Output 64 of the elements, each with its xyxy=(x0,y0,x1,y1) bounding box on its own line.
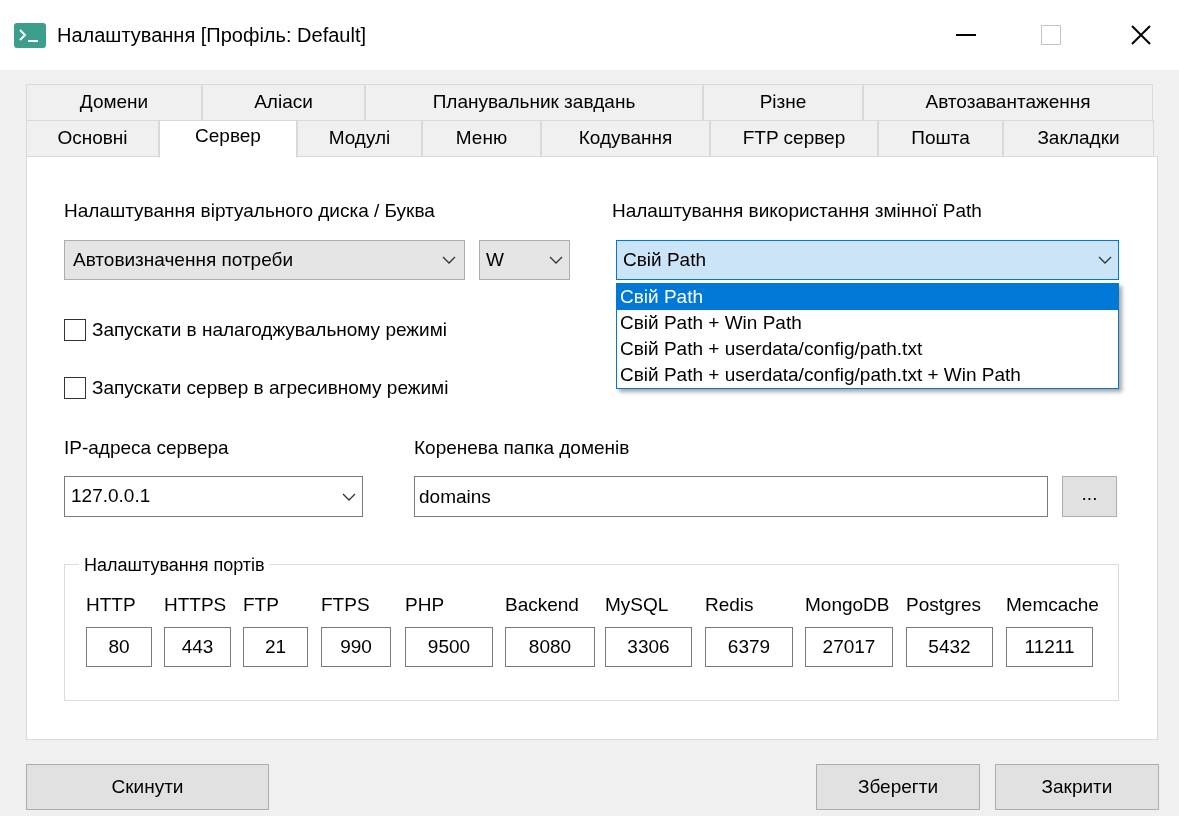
field-label: IP-адреса сервера xyxy=(64,436,230,460)
port-field[interactable]: 27017 xyxy=(805,627,893,667)
port-label: Backend xyxy=(505,593,580,617)
letter-dropdown[interactable]: W xyxy=(479,240,570,280)
chevron-icon xyxy=(549,256,563,264)
tab[interactable]: Автозавантаження xyxy=(863,84,1153,120)
port-field[interactable]: 80 xyxy=(86,627,152,667)
port-field[interactable]: 5432 xyxy=(906,627,993,667)
browse-button[interactable]: ... xyxy=(1062,476,1117,517)
checkbox[interactable] xyxy=(64,319,86,341)
field-label: Коренева папка доменів xyxy=(414,436,631,460)
port-label: Memcache xyxy=(1006,593,1096,617)
tab[interactable]: Різне xyxy=(703,84,863,120)
maximize-icon xyxy=(1041,25,1061,45)
port-field[interactable]: 11211 xyxy=(1006,627,1093,667)
port-label: PHP xyxy=(405,593,446,617)
tab[interactable]: Аліаси xyxy=(202,84,365,120)
chevron-icon xyxy=(342,492,356,501)
ip-dropdown[interactable]: 127.0.0.1 xyxy=(64,476,363,517)
port-field[interactable]: 8080 xyxy=(505,627,595,667)
dropdown-option[interactable]: Свій Path + Win Path xyxy=(617,310,1118,336)
dropdown-option[interactable]: Свій Path + userdata/config/path.txt xyxy=(617,336,1118,362)
chevron-icon xyxy=(1098,256,1112,264)
port-label: Redis xyxy=(705,593,755,617)
terminal-icon xyxy=(14,22,46,48)
tab[interactable]: Основні xyxy=(26,120,159,156)
field-label: Налаштування використання змінної Path xyxy=(612,199,983,223)
tab[interactable]: Пошта xyxy=(878,120,1003,156)
tab[interactable]: Модулі xyxy=(297,120,422,156)
reset-button[interactable]: Скинути xyxy=(26,764,269,810)
port-field[interactable]: 6379 xyxy=(705,627,793,667)
close-icon[interactable] xyxy=(1131,25,1151,45)
field-label: Налаштування віртуального диска / Буква xyxy=(64,199,436,223)
checkbox-label: Запускати сервер в агресивному режимі xyxy=(92,375,449,400)
port-label: MySQL xyxy=(605,593,670,617)
tab[interactable]: Сервер xyxy=(159,120,297,158)
tab[interactable]: Кодування xyxy=(541,120,710,156)
port-label: HTTP xyxy=(86,593,137,617)
port-field[interactable]: 990 xyxy=(321,627,391,667)
dialog-button[interactable]: Закрити xyxy=(995,764,1159,810)
port-field[interactable]: 9500 xyxy=(405,627,493,667)
dropdown-option[interactable]: Свій Path xyxy=(617,284,1118,310)
port-label: HTTPS xyxy=(164,593,228,617)
dialog-button[interactable]: Зберегти xyxy=(816,764,980,810)
tab[interactable]: Закладки xyxy=(1003,120,1154,156)
checkbox-label: Запускати в налагоджувальному режимі xyxy=(92,317,447,342)
tab[interactable]: FTP сервер xyxy=(710,120,878,156)
dropdown-option[interactable]: Свій Path + userdata/config/path.txt + Win Path xyxy=(617,362,1118,388)
port-field[interactable]: 443 xyxy=(164,627,231,667)
input-field[interactable]: domains xyxy=(414,476,1048,517)
checkbox[interactable] xyxy=(64,377,86,399)
port-label: FTP xyxy=(243,593,280,617)
chevron-icon xyxy=(442,256,456,264)
port-field[interactable]: 21 xyxy=(243,627,308,667)
path-dropdown[interactable]: Свій Path xyxy=(616,240,1119,280)
port-field[interactable]: 3306 xyxy=(605,627,692,667)
tab[interactable]: Планувальник завдань xyxy=(365,84,703,120)
port-label: FTPS xyxy=(321,593,371,617)
mode-dropdown[interactable]: Автовизначення потреби xyxy=(64,240,465,280)
port-label: Postgres xyxy=(906,593,982,617)
tab[interactable]: Меню xyxy=(422,120,541,156)
window-title: Налаштування [Профіль: Default] xyxy=(57,23,366,48)
port-label: MongoDB xyxy=(805,593,891,617)
tab[interactable]: Домени xyxy=(26,84,202,120)
